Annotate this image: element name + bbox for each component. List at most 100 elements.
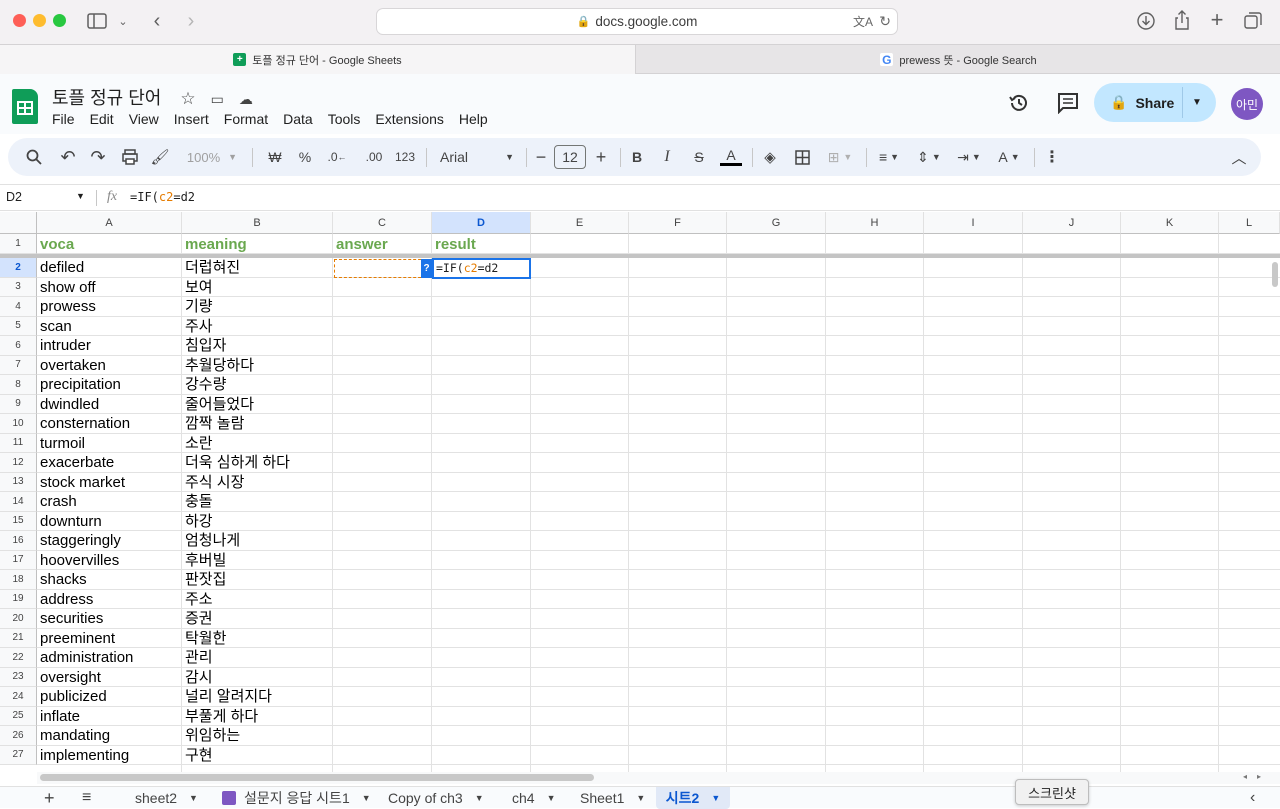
bold-button[interactable]: B [626, 138, 648, 176]
cell-voca[interactable]: oversight [37, 668, 101, 688]
menu-format[interactable]: Format [224, 111, 268, 127]
column-header-e[interactable]: E [531, 212, 629, 234]
row-header[interactable]: 19 [0, 589, 37, 609]
cell-voca[interactable]: consternation [37, 414, 130, 434]
menu-tools[interactable]: Tools [328, 111, 361, 127]
cell-voca[interactable]: publicized [37, 687, 107, 707]
cell-meaning[interactable]: 추월당하다 [182, 356, 254, 376]
cell-voca[interactable]: implementing [37, 746, 129, 766]
merge-cells-icon[interactable]: ⊞ ▼ [822, 138, 858, 176]
increase-decimal-button[interactable]: .00 [360, 138, 388, 176]
menu-help[interactable]: Help [459, 111, 488, 127]
collapse-toolbar-icon[interactable]: ︿ [1228, 138, 1250, 176]
cell-voca[interactable]: intruder [37, 336, 91, 356]
select-all-corner[interactable] [0, 212, 37, 234]
cell-voca[interactable]: address [37, 590, 93, 610]
forward-icon[interactable]: › [182, 10, 200, 32]
cell-meaning[interactable]: 더럽혀진 [182, 258, 240, 278]
sheet-tab-copy-ch3[interactable]: Copy of ch3 ▼ [388, 787, 484, 809]
row-header[interactable]: 1 [0, 234, 37, 254]
sheet-tab-active[interactable]: 시트2 ▼ [656, 787, 730, 809]
paint-format-icon[interactable]: 🖌 [148, 138, 172, 176]
row-header[interactable]: 8 [0, 375, 37, 395]
cell-voca[interactable]: securities [37, 609, 103, 629]
fill-color-icon[interactable]: ◈ [758, 138, 782, 176]
scroll-left-icon[interactable]: ◂ [1243, 772, 1247, 781]
move-folder-icon[interactable]: ▭ [211, 91, 224, 107]
text-rotation-icon[interactable]: A ▼ [992, 138, 1026, 176]
spreadsheet-grid[interactable]: A B C D E F G H I J K L 1 voca meaning answer result 2 def… [0, 212, 1280, 772]
vertical-scrollbar[interactable] [1268, 258, 1280, 772]
row-header[interactable]: 20 [0, 609, 37, 629]
row-header[interactable]: 4 [0, 297, 37, 317]
avatar[interactable]: 아민 [1231, 88, 1263, 120]
share-dropdown-icon[interactable]: ▼ [1192, 97, 1202, 108]
menu-view[interactable]: View [129, 111, 159, 127]
cell-voca[interactable]: prowess [37, 297, 96, 317]
cell-meaning[interactable]: 주소 [182, 590, 213, 610]
cell-meaning[interactable]: 충돌 [182, 492, 213, 512]
cell-voca[interactable]: turmoil [37, 434, 85, 454]
text-wrapping-icon[interactable]: ⇥ ▼ [952, 138, 986, 176]
row-header[interactable]: 11 [0, 433, 37, 453]
row-header[interactable]: 15 [0, 511, 37, 531]
decrease-decimal-button[interactable]: .0 ← [324, 138, 350, 176]
cell-meaning[interactable]: 후버빌 [182, 551, 226, 571]
menu-edit[interactable]: Edit [90, 111, 114, 127]
comments-icon[interactable] [1056, 91, 1080, 115]
sheets-logo-icon[interactable] [12, 89, 38, 124]
reload-icon[interactable]: ↻ [879, 13, 891, 30]
cell-meaning[interactable]: 판잣집 [182, 570, 226, 590]
column-header-c[interactable]: C [333, 212, 432, 234]
italic-button[interactable]: I [656, 138, 678, 176]
chevron-down-icon[interactable]: ⌄ [116, 12, 130, 30]
column-header-k[interactable]: K [1121, 212, 1219, 234]
cell-meaning[interactable]: 깜짝 놀람 [182, 414, 244, 434]
row-header[interactable]: 25 [0, 706, 37, 726]
cell-voca[interactable]: staggeringly [37, 531, 121, 551]
share-page-icon[interactable] [1172, 10, 1192, 30]
cell-voca[interactable]: overtaken [37, 356, 106, 376]
column-header-g[interactable]: G [727, 212, 826, 234]
cell-voca[interactable]: administration [37, 648, 133, 668]
zoom-select[interactable]: 100% ▼ [180, 138, 244, 176]
column-header-b[interactable]: B [182, 212, 333, 234]
cell-meaning[interactable]: 기량 [182, 297, 213, 317]
sheet-tab-ch4[interactable]: ch4 ▼ [512, 787, 556, 809]
tab-overview-icon[interactable] [1243, 11, 1263, 31]
cell-meaning[interactable]: 더욱 심하게 하다 [182, 453, 290, 473]
column-header-a[interactable]: A [37, 212, 182, 234]
column-header-i[interactable]: I [924, 212, 1023, 234]
row-header[interactable]: 26 [0, 726, 37, 746]
sheet-tab-sheet2[interactable]: sheet2 ▼ [135, 787, 198, 809]
undo-icon[interactable]: ↶ [56, 138, 80, 176]
more-formats-button[interactable]: 123 [390, 138, 420, 176]
header-cell-a[interactable]: voca [37, 235, 74, 255]
font-family-select[interactable]: Arial ▼ [434, 138, 520, 176]
cell-voca[interactable]: downturn [37, 512, 102, 532]
version-history-icon[interactable] [1007, 91, 1031, 115]
scroll-right-icon[interactable]: ▸ [1257, 772, 1261, 781]
sheet-tab-form-responses[interactable]: 설문지 응답 시트1 ▼ [222, 787, 371, 809]
cell-meaning[interactable]: 감시 [182, 668, 213, 688]
cell-voca[interactable]: precipitation [37, 375, 121, 395]
row-header[interactable]: 9 [0, 394, 37, 414]
share-button[interactable]: 🔒 Share ▼ [1094, 83, 1216, 122]
row-header[interactable]: 16 [0, 531, 37, 551]
row-header[interactable]: 17 [0, 550, 37, 570]
decrease-font-size-button[interactable]: − [530, 138, 552, 176]
translate-icon[interactable]: 文A [853, 13, 873, 30]
sheet-tab-sheet1[interactable]: Sheet1 ▼ [580, 787, 645, 809]
cell-meaning[interactable]: 증권 [182, 609, 213, 629]
row-header[interactable]: 7 [0, 355, 37, 375]
row-header[interactable]: 14 [0, 492, 37, 512]
more-options-icon[interactable]: ⋮ [1042, 138, 1062, 176]
menu-data[interactable]: Data [283, 111, 313, 127]
cell-meaning[interactable]: 널리 알려지다 [182, 687, 272, 707]
cell-voca[interactable]: crash [37, 492, 77, 512]
header-cell-b[interactable]: meaning [182, 235, 247, 255]
increase-font-size-button[interactable]: + [590, 138, 612, 176]
horizontal-scroll-thumb[interactable] [40, 774, 594, 781]
currency-format-button[interactable]: ₩ [264, 138, 286, 176]
cell-meaning[interactable]: 구현 [182, 746, 213, 766]
